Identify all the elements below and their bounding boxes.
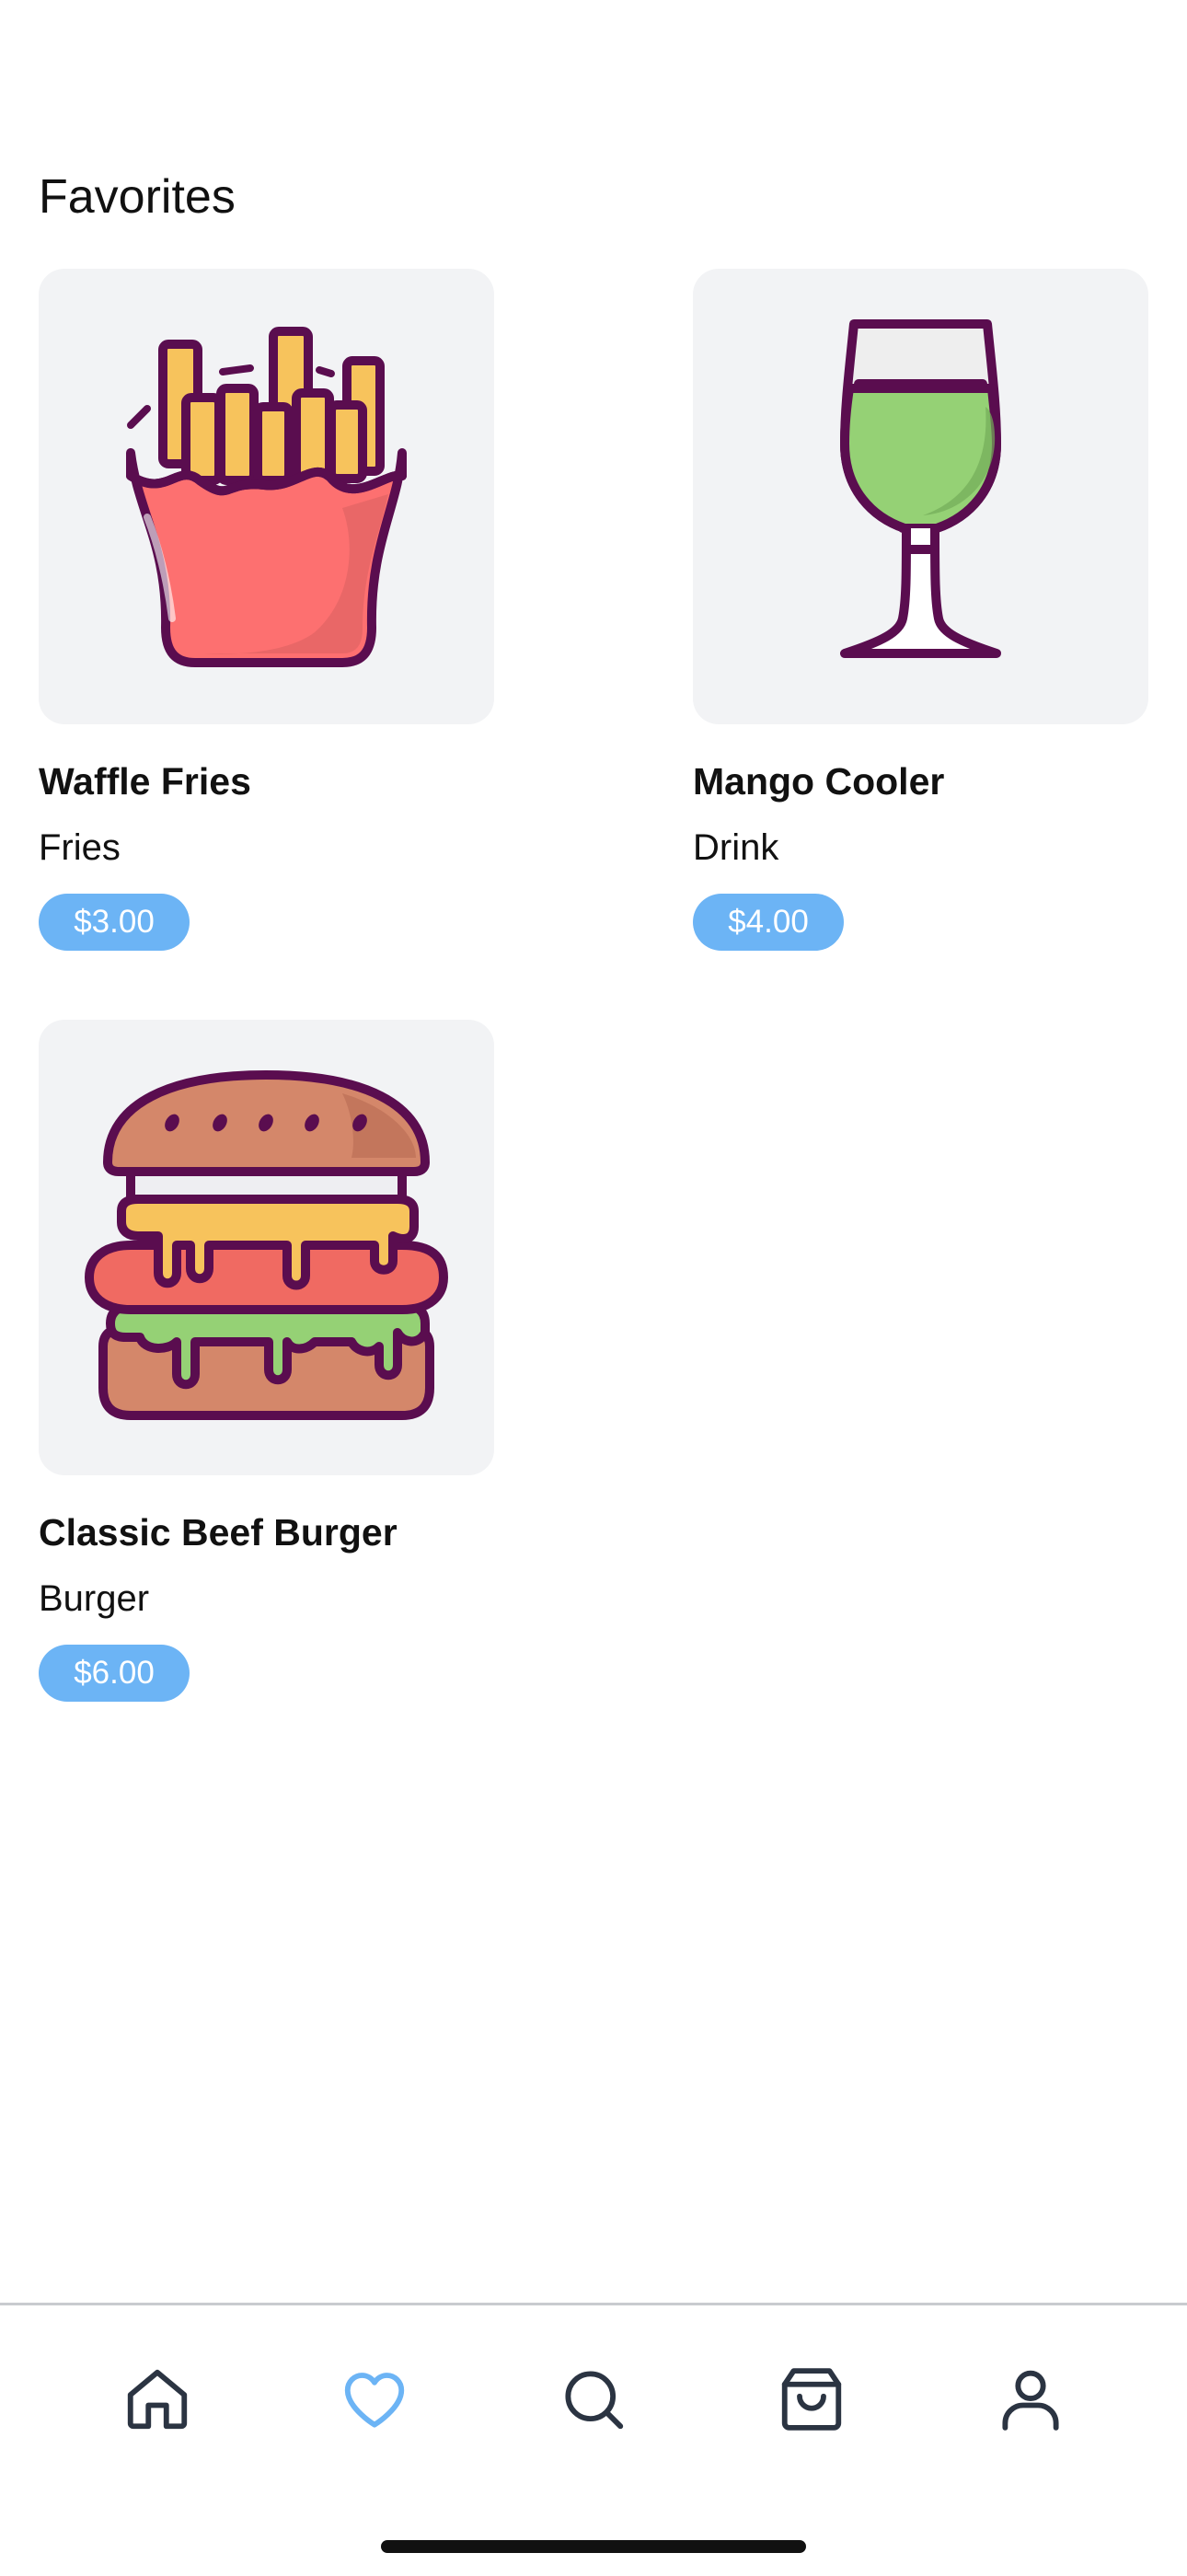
tab-favorites[interactable]: [328, 2353, 421, 2445]
shopping-bag-icon: [781, 2368, 842, 2431]
price-badge: $3.00: [39, 894, 190, 951]
price-badge: $4.00: [693, 894, 844, 951]
tab-cart[interactable]: [766, 2353, 858, 2445]
product-name: Classic Beef Burger: [39, 1511, 398, 1554]
search-icon: [565, 2371, 624, 2430]
product-name: Waffle Fries: [39, 760, 251, 803]
fries-icon: [126, 327, 407, 667]
home-icon: [127, 2369, 188, 2430]
product-image[interactable]: [39, 269, 494, 724]
tab-profile[interactable]: [985, 2353, 1077, 2445]
product-category: Burger: [39, 1578, 150, 1619]
product-category: Fries: [39, 827, 121, 868]
bottom-tab-bar: [0, 2303, 1187, 2576]
user-icon: [1002, 2370, 1059, 2431]
favorite-card-mango-cooler[interactable]: Mango Cooler Drink $4.00: [693, 269, 1148, 951]
home-indicator: [381, 2540, 806, 2553]
favorite-card-classic-beef-burger[interactable]: Classic Beef Burger Burger $6.00: [39, 1020, 494, 1702]
tab-search[interactable]: [547, 2353, 640, 2445]
favorite-card-waffle-fries[interactable]: Waffle Fries Fries $3.00: [39, 269, 494, 951]
page-title: Favorites: [39, 170, 236, 224]
drink-glass-icon: [840, 319, 1001, 658]
tab-home[interactable]: [111, 2353, 203, 2445]
product-name: Mango Cooler: [693, 760, 945, 803]
heart-icon: [344, 2373, 405, 2428]
product-image[interactable]: [39, 1020, 494, 1475]
product-image[interactable]: [693, 269, 1148, 724]
product-category: Drink: [693, 827, 779, 868]
burger-icon: [85, 1070, 448, 1420]
price-badge: $6.00: [39, 1645, 190, 1702]
